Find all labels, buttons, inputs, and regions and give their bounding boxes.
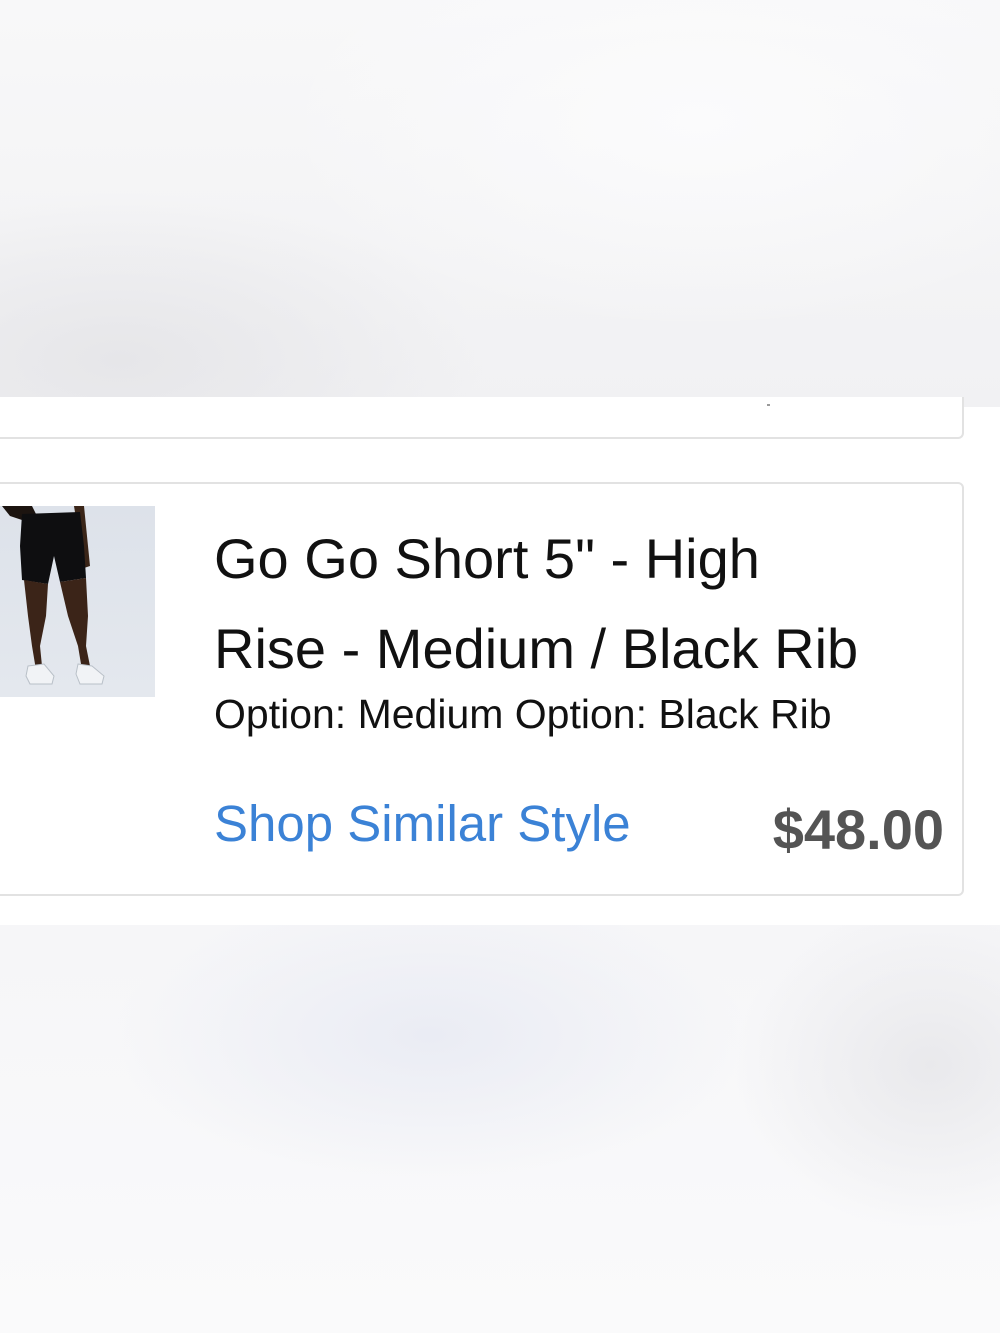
- order-item-card: Go Go Short 5" - High Rise - Medium / Bl…: [0, 482, 964, 896]
- product-title: Go Go Short 5" - High Rise - Medium / Bl…: [214, 514, 954, 694]
- product-title-line-1: Go Go Short 5" - High: [214, 527, 760, 590]
- order-details-screen: Go Go Short 5" - High Rise - Medium / Bl…: [0, 397, 1000, 925]
- product-thumbnail[interactable]: [0, 506, 155, 697]
- shop-similar-style-link[interactable]: Shop Similar Style: [214, 794, 631, 854]
- blurred-background-top: [0, 0, 1000, 407]
- product-image: [2, 506, 105, 685]
- blurred-background-bottom: [0, 925, 1000, 1333]
- previous-order-item-card: [0, 397, 964, 439]
- divider-mark: [767, 404, 770, 406]
- product-title-line-2: Rise - Medium / Black Rib: [214, 617, 859, 680]
- product-options: Option: Medium Option: Black Rib: [214, 691, 832, 737]
- item-price: $48.00: [772, 798, 944, 861]
